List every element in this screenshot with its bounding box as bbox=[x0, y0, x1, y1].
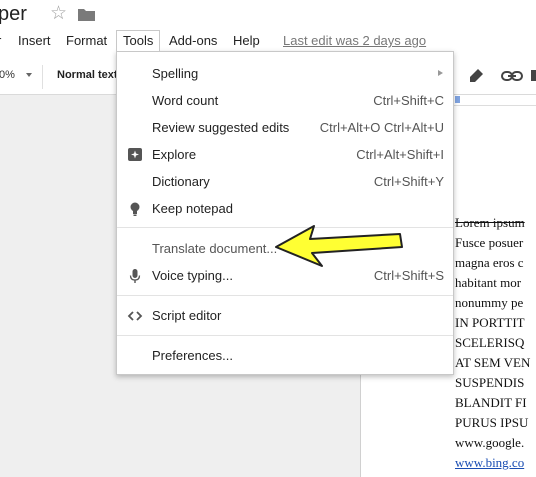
code-icon bbox=[127, 311, 143, 321]
doc-line[interactable]: magna eros c bbox=[455, 255, 524, 271]
comment-icon[interactable] bbox=[531, 67, 536, 85]
menu-item-label: Voice typing... bbox=[152, 268, 233, 283]
menu-format[interactable]: Format bbox=[60, 31, 113, 51]
menu-item-label: Explore bbox=[152, 147, 197, 162]
menu-addons[interactable]: Add-ons bbox=[163, 31, 223, 51]
menu-insert[interactable]: Insert bbox=[12, 31, 57, 51]
doc-link[interactable]: www.bing.co bbox=[455, 455, 524, 471]
menu-item-label: Spelling bbox=[152, 66, 199, 81]
link-icon[interactable] bbox=[501, 67, 523, 85]
menu-item-script-editor[interactable]: Script editor bbox=[117, 302, 453, 329]
doc-line[interactable]: IN PORTTIT bbox=[455, 315, 525, 331]
doc-line[interactable]: BLANDIT FI bbox=[455, 395, 527, 411]
submenu-arrow-icon bbox=[438, 70, 443, 76]
menu-item-shortcut: Ctrl+Shift+Y bbox=[373, 174, 444, 189]
menu-item-label: Review suggested edits bbox=[152, 120, 290, 135]
menu-item-keep-notepad[interactable]: Keep notepad bbox=[117, 195, 453, 222]
doc-line[interactable]: www.google. bbox=[455, 435, 524, 451]
menu-item-label: Script editor bbox=[152, 308, 222, 323]
doc-line[interactable]: habitant mor bbox=[455, 275, 521, 291]
tools-menu: Spelling Word count Ctrl+Shift+C Review … bbox=[116, 51, 454, 375]
menu-divider bbox=[117, 295, 453, 296]
chevron-down-icon[interactable] bbox=[26, 73, 32, 77]
folder-icon[interactable] bbox=[78, 8, 95, 21]
menu-edit-fragment[interactable]: r bbox=[0, 31, 3, 51]
star-icon[interactable]: ☆ bbox=[50, 4, 67, 24]
menu-item-label: Preferences... bbox=[152, 348, 233, 363]
menu-item-label: Word count bbox=[152, 93, 219, 108]
doc-line[interactable]: nonummy pe bbox=[455, 295, 523, 311]
highlighter-icon[interactable] bbox=[467, 67, 485, 85]
menu-item-shortcut: Ctrl+Shift+C bbox=[373, 93, 444, 108]
lightbulb-icon bbox=[130, 202, 140, 216]
menu-tools[interactable]: Tools bbox=[116, 30, 161, 52]
doc-line[interactable]: SCELERISQ bbox=[455, 335, 524, 351]
microphone-icon bbox=[129, 269, 141, 283]
paragraph-style-select[interactable]: Normal text bbox=[57, 69, 118, 81]
menu-item-label: Translate document... bbox=[152, 241, 278, 256]
menu-item-label: Keep notepad bbox=[152, 201, 233, 216]
menu-help[interactable]: Help bbox=[227, 31, 266, 51]
menu-item-preferences[interactable]: Preferences... bbox=[117, 342, 453, 369]
menu-bar: r Insert Format Tools Add-ons Help Last … bbox=[0, 30, 536, 52]
menu-item-word-count[interactable]: Word count Ctrl+Shift+C bbox=[117, 87, 453, 114]
menu-item-shortcut: Ctrl+Alt+O Ctrl+Alt+U bbox=[319, 120, 444, 135]
doc-line[interactable]: PURUS IPSU bbox=[455, 415, 528, 431]
last-edit-link[interactable]: Last edit was 2 days ago bbox=[283, 31, 426, 51]
explore-icon bbox=[128, 148, 142, 161]
menu-item-review-suggested-edits[interactable]: Review suggested edits Ctrl+Alt+O Ctrl+A… bbox=[117, 114, 453, 141]
doc-line[interactable]: Lorem ipsum bbox=[455, 215, 525, 231]
menu-item-dictionary[interactable]: Dictionary Ctrl+Shift+Y bbox=[117, 168, 453, 195]
menu-item-shortcut: Ctrl+Shift+S bbox=[373, 268, 444, 283]
menu-item-explore[interactable]: Explore Ctrl+Alt+Shift+I bbox=[117, 141, 453, 168]
menu-divider bbox=[117, 335, 453, 336]
document-title[interactable]: per bbox=[0, 3, 27, 26]
title-bar: per ☆ bbox=[0, 0, 536, 30]
doc-line[interactable]: SUSPENDIS bbox=[455, 375, 524, 391]
doc-line[interactable]: Fusce posuer bbox=[455, 235, 523, 251]
menu-item-shortcut: Ctrl+Alt+Shift+I bbox=[356, 147, 444, 162]
doc-line[interactable]: AT SEM VEN bbox=[455, 355, 530, 371]
zoom-select[interactable]: 0% bbox=[0, 69, 15, 81]
ruler-indent-marker[interactable] bbox=[455, 96, 460, 103]
menu-item-label: Dictionary bbox=[152, 174, 210, 189]
menu-item-spelling[interactable]: Spelling bbox=[117, 60, 453, 87]
toolbar-divider bbox=[42, 65, 43, 89]
annotation-arrow-icon bbox=[275, 225, 403, 267]
